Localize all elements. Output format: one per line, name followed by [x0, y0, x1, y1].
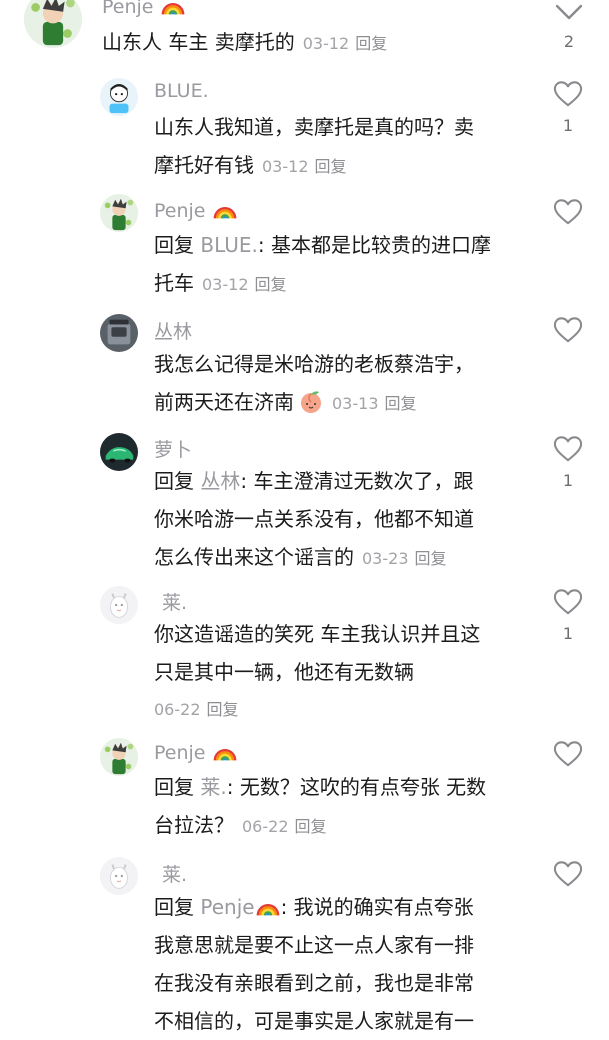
comment-username[interactable]: 萝卜 [154, 435, 192, 462]
like-count: 1 [562, 116, 574, 135]
rainbow-emoji-icon [212, 740, 238, 762]
reply-button[interactable]: 回复 [295, 817, 327, 836]
reply-to-username[interactable]: Penje [200, 895, 280, 919]
comment-meta: 03-12 回复 [302, 34, 388, 53]
comment-username[interactable]: Penje [154, 198, 238, 222]
heart-outline-icon[interactable] [553, 435, 583, 463]
like-count: 1 [562, 471, 574, 490]
like-count: 1 [562, 624, 574, 643]
reply-button[interactable]: 回复 [355, 34, 387, 53]
heart-outline-icon[interactable] [553, 80, 583, 108]
heart-outline-icon[interactable] [553, 740, 583, 768]
avatar[interactable] [100, 586, 138, 624]
comment-meta: 03-13 回复 [332, 394, 417, 413]
avatar[interactable] [100, 314, 138, 352]
comment-username[interactable]: Penje [154, 740, 238, 764]
comment-meta: 03-12 回复 [262, 157, 347, 176]
avatar[interactable] [100, 433, 138, 471]
reply-button[interactable]: 回复 [415, 549, 447, 568]
rainbow-emoji-icon [212, 198, 238, 220]
comment-username[interactable]: 莱. [162, 588, 187, 615]
avatar[interactable] [100, 738, 138, 776]
rainbow-emoji-icon [255, 895, 281, 917]
avatar[interactable] [100, 194, 138, 232]
reply-to-username[interactable]: 丛林 [200, 469, 240, 493]
comment-meta: 03-23 回复 [362, 549, 447, 568]
comment-meta: 06-22 回复 [154, 700, 239, 719]
avatar[interactable] [100, 857, 138, 895]
heart-outline-icon[interactable] [553, 198, 583, 226]
comment-username[interactable]: 丛林 [154, 317, 192, 344]
comment-text: 回复 BLUE.: 基本都是比较贵的进口摩 托车 03-12 回复 [154, 233, 491, 295]
rainbow-emoji-icon [160, 0, 186, 16]
comment-text: 我怎么记得是米哈游的老板蔡浩宇， 前两天还在济南 03-13 回复 [154, 352, 474, 414]
avatar[interactable] [24, 0, 82, 48]
comment-meta: 03-12 回复 [202, 275, 287, 294]
heart-outline-icon[interactable] [553, 588, 583, 616]
reply-to-username[interactable]: 莱. [200, 775, 226, 799]
avatar[interactable] [100, 78, 138, 116]
comment-text: 回复 Penje: 我说的确实有点夸张 我意思就是要不止这一点人家有一排 在我没… [154, 895, 474, 1033]
reply-to-username[interactable]: BLUE. [200, 233, 258, 257]
peach-emoji-icon [301, 391, 321, 413]
chevron-down-icon[interactable] [554, 2, 584, 22]
reply-button[interactable]: 回复 [255, 275, 287, 294]
reply-button[interactable]: 回复 [207, 700, 239, 719]
comment-text: 你这造谣造的笑死 车主我认识并且这 只是其中一辆，他还有无数辆 06-22 回复 [154, 615, 534, 729]
comment-text: 山东人 车主 卖摩托的 03-12 回复 [102, 30, 388, 54]
comment-username[interactable]: Penje [102, 0, 186, 18]
reply-button[interactable]: 回复 [315, 157, 347, 176]
heart-outline-icon[interactable] [553, 860, 583, 888]
heart-outline-icon[interactable] [553, 316, 583, 344]
comment-text: 回复 莱.: 无数？这吹的有点夸张 无数 台拉法？ 06-22 回复 [154, 775, 487, 837]
comment-username[interactable]: BLUE. [154, 80, 209, 102]
comment-meta: 06-22 回复 [242, 817, 327, 836]
comment-text: 回复 丛林: 车主澄清过无数次了，跟 你米哈游一点关系没有，他都不知道 怎么传出… [154, 469, 474, 569]
like-count: 2 [563, 32, 575, 51]
comment-text: 山东人我知道，卖摩托是真的吗？卖 摩托好有钱 03-12 回复 [154, 115, 474, 177]
comment-username[interactable]: 莱. [162, 860, 187, 887]
reply-button[interactable]: 回复 [385, 394, 417, 413]
